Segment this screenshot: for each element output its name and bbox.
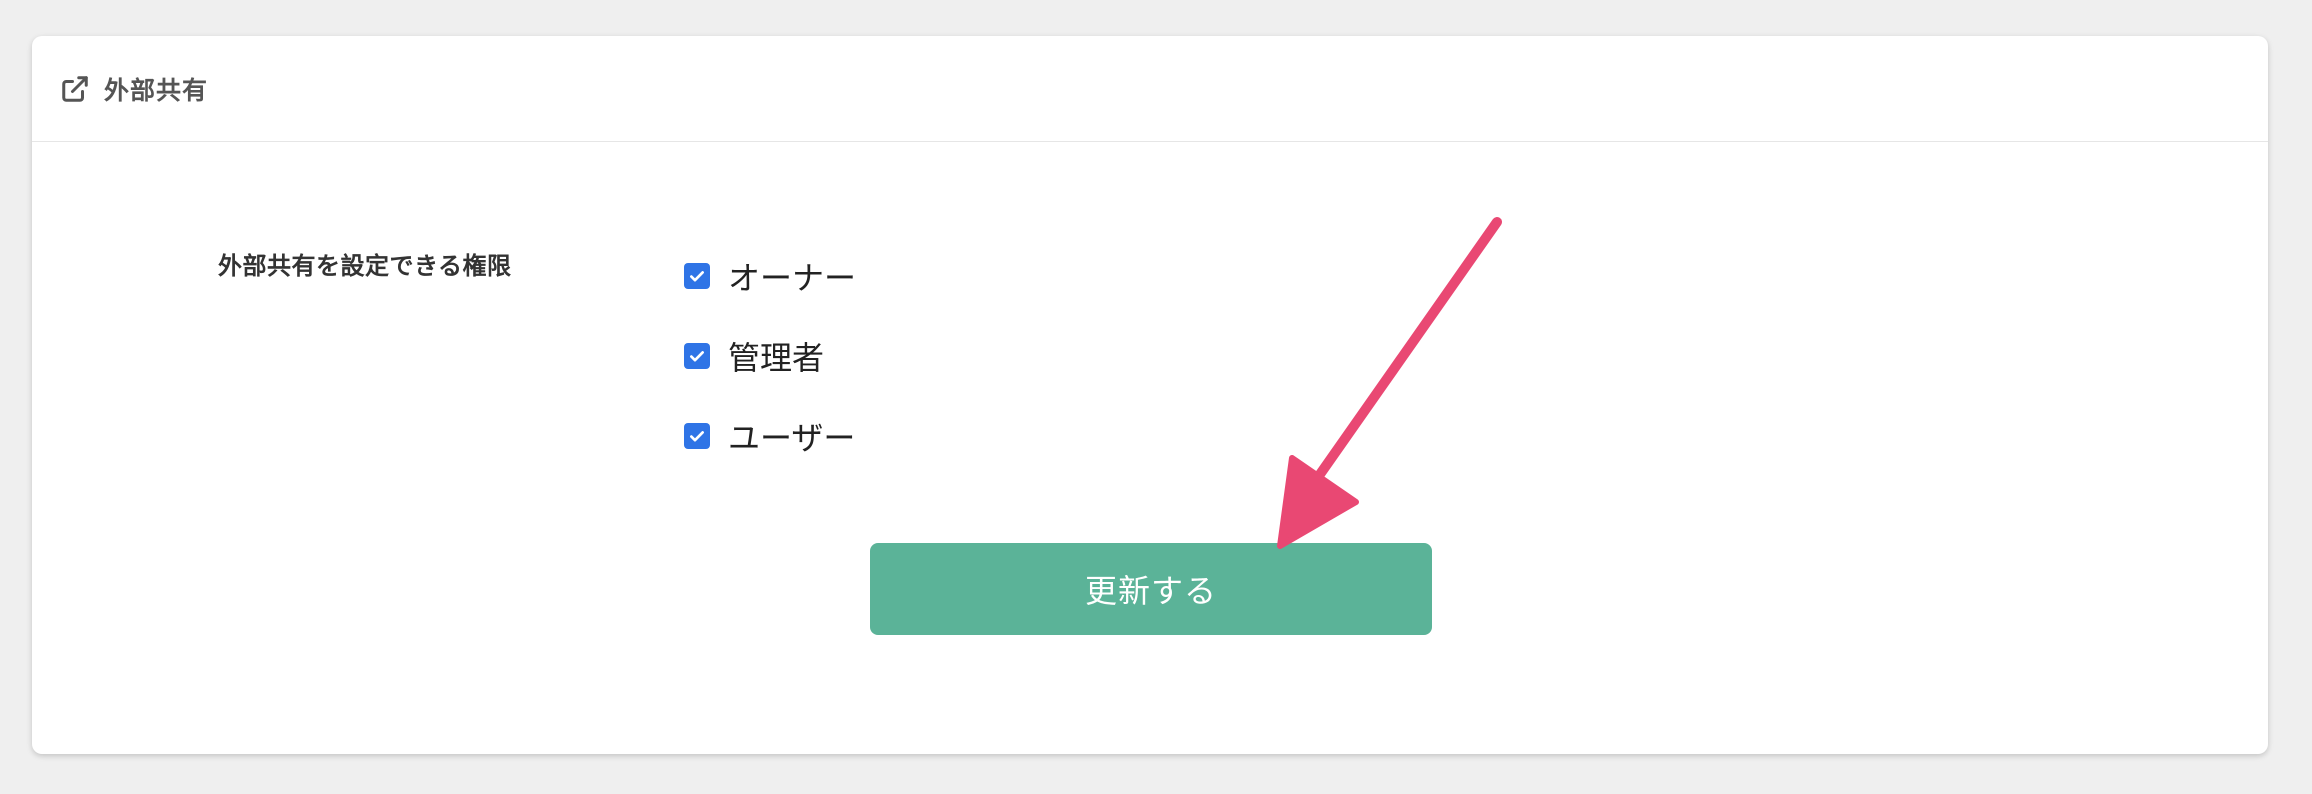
panel-title: 外部共有 (104, 75, 209, 105)
checkbox-admin[interactable] (684, 343, 710, 369)
panel-header: 外部共有 (32, 36, 2268, 142)
option-user[interactable]: ユーザー (684, 396, 856, 476)
check-icon (690, 351, 704, 362)
check-icon (690, 431, 704, 442)
checkbox-owner[interactable] (684, 263, 710, 289)
update-button[interactable]: 更新する (870, 543, 1432, 635)
permission-field-label: 外部共有を設定できる権限 (218, 252, 512, 280)
checkbox-user[interactable] (684, 423, 710, 449)
option-admin[interactable]: 管理者 (684, 316, 856, 396)
option-admin-label: 管理者 (728, 339, 825, 377)
option-user-label: ユーザー (728, 419, 856, 457)
external-sharing-panel: 外部共有 外部共有を設定できる権限 オーナー 管理者 ユーザー 更新する (32, 36, 2268, 754)
option-owner[interactable]: オーナー (684, 236, 856, 316)
external-link-icon (60, 74, 90, 104)
permission-options: オーナー 管理者 ユーザー (684, 236, 856, 476)
option-owner-label: オーナー (728, 259, 857, 297)
check-icon (690, 271, 704, 282)
